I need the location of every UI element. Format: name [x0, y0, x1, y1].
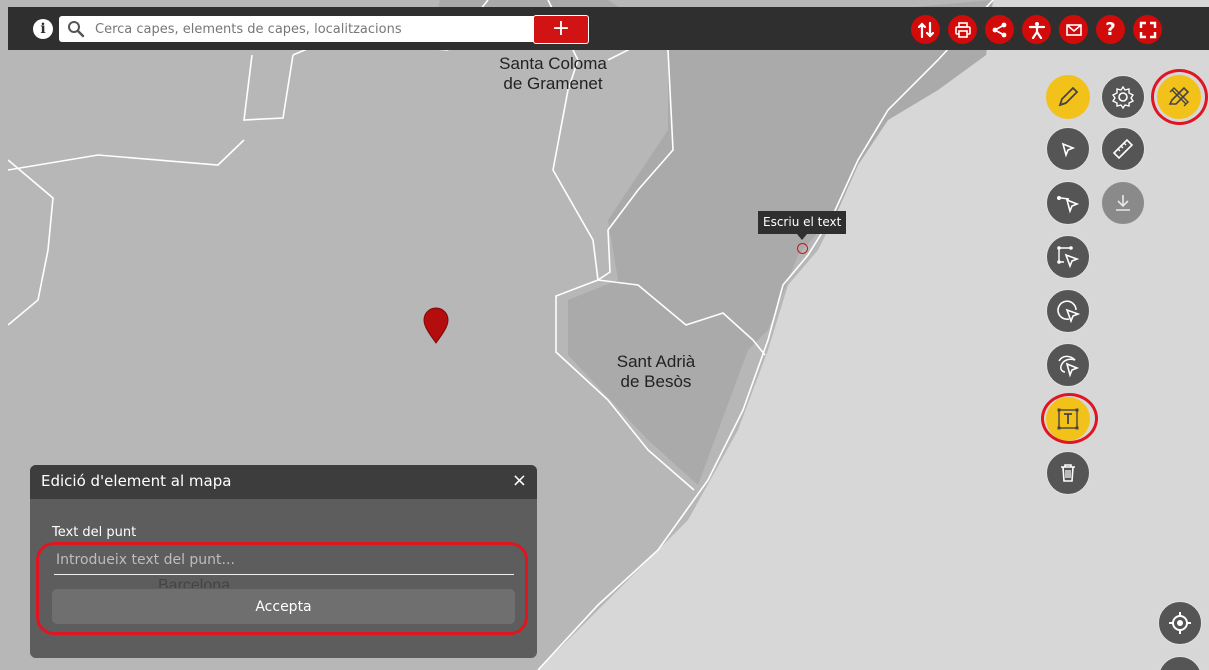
draw-pencil-icon[interactable] — [1046, 75, 1090, 119]
swap-icon[interactable] — [911, 15, 940, 44]
draw-edit-icon[interactable] — [1157, 75, 1201, 119]
locate-me-button[interactable] — [1158, 601, 1202, 645]
select-circle-icon[interactable] — [1046, 289, 1090, 333]
dialog-title: Edició d'element al mapa — [41, 472, 232, 490]
place-label-line: de Gramenet — [503, 74, 603, 93]
place-label-sant-adria: Sant Adrià de Besòs — [581, 352, 731, 392]
select-line-icon[interactable] — [1046, 181, 1090, 225]
close-icon[interactable]: × — [512, 470, 527, 492]
mail-icon[interactable] — [1059, 15, 1088, 44]
crosshair-icon — [1169, 612, 1191, 634]
accept-button[interactable]: Accepta — [52, 589, 515, 624]
edited-point-marker[interactable] — [797, 243, 808, 254]
place-label-line: Sant Adrià — [616, 352, 696, 371]
select-freehand-icon[interactable] — [1046, 343, 1090, 387]
text-tool-icon[interactable] — [1046, 397, 1090, 441]
search-box — [59, 16, 539, 42]
print-icon[interactable] — [948, 15, 977, 44]
help-icon[interactable]: ? — [1096, 15, 1125, 44]
settings-gear-icon[interactable] — [1101, 75, 1145, 119]
point-text-label: Text del punt — [52, 525, 137, 540]
search-icon — [68, 21, 85, 38]
info-icon[interactable]: i — [33, 19, 53, 39]
share-icon[interactable] — [985, 15, 1014, 44]
point-text-tooltip: Escriu el text — [758, 211, 847, 234]
ruler-icon[interactable] — [1101, 127, 1145, 171]
place-label-line: Santa Coloma — [499, 54, 607, 73]
dialog-header: Edició d'element al mapa × — [30, 465, 537, 499]
help-glyph: ? — [1105, 19, 1116, 40]
accessibility-icon[interactable] — [1022, 15, 1051, 44]
select-polygon-icon[interactable] — [1046, 235, 1090, 279]
edit-element-dialog: Edició d'element al mapa × Text del punt… — [30, 465, 537, 658]
search-input[interactable] — [95, 16, 535, 42]
place-label-santa-coloma: Santa Coloma de Gramenet — [473, 54, 633, 94]
place-label-line: de Besòs — [620, 372, 692, 391]
ghost-map-label: Barcelona — [158, 578, 231, 588]
download-icon[interactable] — [1101, 181, 1145, 225]
point-text-input[interactable] — [54, 545, 514, 575]
trash-icon[interactable] — [1046, 451, 1090, 495]
select-point-icon[interactable] — [1046, 127, 1090, 171]
tooltip-arrow — [797, 234, 807, 240]
top-toolbar: i + ? — [8, 7, 1209, 50]
fullscreen-icon[interactable] — [1133, 15, 1162, 44]
add-layer-button[interactable]: + — [533, 15, 589, 44]
